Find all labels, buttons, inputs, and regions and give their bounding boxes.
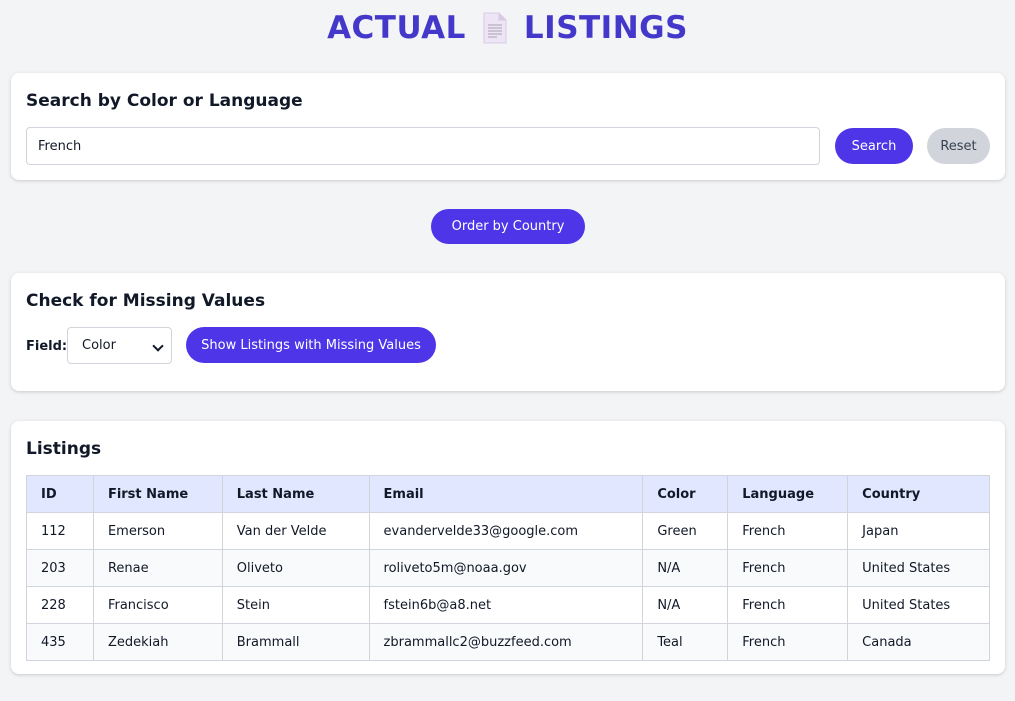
show-missing-button[interactable]: Show Listings with Missing Values [186,327,436,363]
field-select-value: Color [82,338,116,353]
listings-card: Listings ID First Name Last Name Email C… [11,421,1005,674]
cell-color: Green [642,512,729,550]
cell-id: 203 [26,549,94,587]
document-icon [482,12,508,44]
cell-last-name: Van der Velde [221,512,370,550]
search-input[interactable] [26,127,820,165]
cell-language: French [727,549,849,587]
cell-first-name: Francisco [92,586,223,624]
column-header-id: ID [26,475,94,513]
listings-table: ID First Name Last Name Email Color Lang… [26,475,990,661]
table-row: 112 Emerson Van der Velde evandervelde33… [26,512,990,550]
search-heading: Search by Color or Language [26,91,303,111]
cell-country: United States [847,549,990,587]
column-header-last-name: Last Name [221,475,370,513]
missing-values-card: Check for Missing Values Field: Color Sh… [11,273,1005,391]
cell-country: Japan [847,512,990,550]
cell-id: 228 [26,586,94,624]
column-header-email: Email [368,475,644,513]
cell-last-name: Oliveto [221,549,370,587]
title-right: LISTINGS [523,10,688,46]
cell-language: French [727,512,849,550]
column-header-language: Language [727,475,849,513]
cell-email: fstein6b@a8.net [368,586,644,624]
cell-first-name: Renae [92,549,223,587]
cell-first-name: Zedekiah [92,623,223,661]
page-title: ACTUAL LISTINGS [0,8,1015,48]
table-header-row: ID First Name Last Name Email Color Lang… [26,475,990,513]
cell-language: French [727,623,849,661]
reset-button[interactable]: Reset [927,128,990,164]
cell-email: roliveto5m@noaa.gov [368,549,644,587]
search-button[interactable]: Search [835,128,913,164]
column-header-country: Country [847,475,990,513]
cell-id: 112 [26,512,94,550]
cell-color: Teal [642,623,729,661]
cell-country: United States [847,586,990,624]
cell-email: zbrammallc2@buzzfeed.com [368,623,644,661]
search-card: Search by Color or Language Search Reset [11,73,1005,180]
field-select[interactable]: Color [67,327,172,364]
field-label: Field: [26,339,68,354]
column-header-first-name: First Name [92,475,223,513]
cell-first-name: Emerson [92,512,223,550]
cell-country: Canada [847,623,990,661]
column-header-color: Color [642,475,729,513]
table-row: 203 Renae Oliveto roliveto5m@noaa.gov N/… [26,549,990,587]
cell-email: evandervelde33@google.com [368,512,644,550]
cell-last-name: Brammall [221,623,370,661]
cell-language: French [727,586,849,624]
title-left: ACTUAL [327,10,466,46]
missing-heading: Check for Missing Values [26,291,266,311]
listings-heading: Listings [26,439,102,459]
table-row: 228 Francisco Stein fstein6b@a8.net N/A … [26,586,990,624]
order-by-country-button[interactable]: Order by Country [431,209,585,244]
cell-color: N/A [642,549,729,587]
cell-last-name: Stein [221,586,370,624]
cell-id: 435 [26,623,94,661]
table-row: 435 Zedekiah Brammall zbrammallc2@buzzfe… [26,623,990,661]
chevron-down-icon [152,340,164,352]
cell-color: N/A [642,586,729,624]
